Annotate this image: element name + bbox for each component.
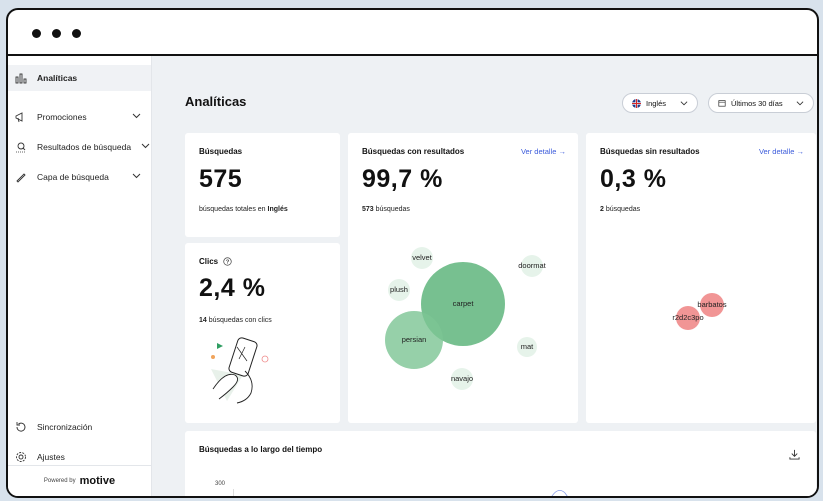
caption-text: búsquedas — [605, 206, 641, 213]
clicks-value: 2,4 % — [199, 274, 266, 302]
window-dot — [32, 29, 41, 38]
clicks-card: Clics ? 2,4 % 14 búsquedas con clics — [185, 243, 340, 423]
language-select[interactable]: Inglés — [622, 93, 698, 113]
language-value: Inglés — [646, 98, 667, 108]
bubble-label: barbatos — [697, 300, 726, 309]
powered-by: Powered by motive — [8, 465, 151, 496]
megaphone-icon — [15, 111, 27, 123]
sidebar-item-analytics[interactable]: Analíticas — [8, 65, 151, 91]
caption-text: búsquedas con clics — [208, 317, 272, 324]
brand-logo: motive — [79, 475, 116, 487]
card-title: Búsquedas a lo largo del tiempo — [199, 445, 323, 454]
card-title: Búsquedas con resultados — [362, 147, 465, 156]
bubble-label: plush — [390, 285, 408, 294]
bubble-label: r2d2c3po — [672, 313, 703, 322]
card-title: Búsquedas — [199, 147, 243, 156]
searches-without-results-card: Búsquedas sin resultados Ver detalle → 0… — [586, 133, 816, 423]
chevron-down-icon — [796, 99, 804, 107]
chevron-down-icon — [132, 111, 141, 122]
main-content: Analíticas Inglés Últimos 30 días Búsque… — [152, 56, 817, 496]
card-title: Búsquedas sin resultados — [600, 147, 700, 156]
sidebar: Analíticas Promociones Resultados de bús… — [8, 56, 152, 496]
sidebar-item-label: Promociones — [37, 112, 87, 122]
pen-icon — [15, 171, 27, 183]
search-results-icon — [15, 141, 27, 153]
gear-icon — [15, 451, 27, 463]
date-range-select[interactable]: Últimos 30 días — [708, 93, 814, 113]
bubble-chart: barbatos r2d2c3po — [672, 293, 727, 330]
caption-text: búsquedas totales en — [199, 206, 266, 213]
uk-flag-icon — [632, 98, 641, 108]
bar-chart-icon — [15, 72, 27, 84]
caption-count: 2 — [600, 206, 604, 213]
sidebar-item-label: Resultados de búsqueda — [37, 142, 132, 152]
window-dot — [72, 29, 81, 38]
chevron-down-icon — [141, 141, 150, 152]
searches-card: Búsquedas 575 búsquedas totales en Inglé… — [185, 133, 340, 237]
with-results-value: 99,7 % — [362, 165, 443, 193]
y-axis-line — [233, 489, 234, 496]
sidebar-item-label: Capa de búsqueda — [37, 172, 109, 182]
caption-language: Inglés — [267, 206, 288, 213]
sidebar-item-label: Sincronización — [37, 422, 93, 432]
bubble-chart: velvet doormat plush carpet persian mat … — [385, 247, 547, 390]
page-title: Analíticas — [185, 94, 247, 109]
bubble-label: mat — [521, 342, 534, 351]
bubble-label: velvet — [412, 253, 433, 262]
sidebar-item-promotions[interactable]: Promociones — [8, 104, 151, 130]
window-dot — [52, 29, 61, 38]
chevron-down-icon — [680, 99, 688, 107]
sidebar-item-label: Analíticas — [37, 73, 78, 83]
help-icon[interactable]: ? — [223, 257, 232, 266]
searches-with-results-card: Búsquedas con resultados Ver detalle → 9… — [348, 133, 578, 423]
sidebar-item-sync[interactable]: Sincronización — [8, 414, 151, 440]
sidebar-item-search-layer[interactable]: Capa de búsqueda — [8, 164, 151, 190]
with-results-caption: 573 búsquedas — [362, 206, 410, 213]
sync-icon — [15, 421, 27, 433]
bubble-label: doormat — [518, 261, 546, 270]
phone-hand-illustration — [211, 337, 269, 404]
card-title: Clics ? — [199, 257, 232, 266]
svg-text:?: ? — [226, 260, 230, 266]
no-results-caption: 2 búsquedas — [600, 206, 640, 213]
chevron-down-icon — [132, 171, 141, 182]
searches-over-time-card: Búsquedas a lo largo del tiempo 300 — [185, 431, 816, 496]
download-icon[interactable] — [789, 449, 800, 460]
calendar-icon — [718, 99, 726, 107]
app-window: Analíticas Promociones Resultados de bús… — [6, 8, 819, 498]
card-title-text: Clics — [199, 257, 219, 266]
no-results-value: 0,3 % — [600, 165, 667, 193]
searches-caption: búsquedas totales en Inglés — [199, 206, 288, 213]
window-titlebar — [8, 10, 817, 56]
sidebar-item-search-results[interactable]: Resultados de búsqueda — [8, 134, 151, 160]
caption-count: 14 — [199, 317, 207, 324]
sidebar-item-label: Ajustes — [37, 452, 65, 462]
y-axis-tick: 300 — [215, 481, 226, 487]
bubble-label: carpet — [453, 299, 475, 308]
clicks-caption: 14 búsquedas con clics — [199, 317, 272, 324]
bubble-label: navajo — [451, 374, 473, 383]
powered-by-label: Powered by — [43, 478, 76, 484]
caption-text: búsquedas — [375, 206, 410, 213]
bubble-label: persian — [402, 335, 427, 344]
view-detail-link[interactable]: Ver detalle → — [759, 147, 804, 156]
date-range-value: Últimos 30 días — [731, 98, 783, 108]
caption-count: 573 — [362, 206, 374, 213]
view-detail-link[interactable]: Ver detalle → — [521, 147, 566, 156]
searches-value: 575 — [199, 165, 243, 193]
chart-peak — [551, 489, 568, 496]
